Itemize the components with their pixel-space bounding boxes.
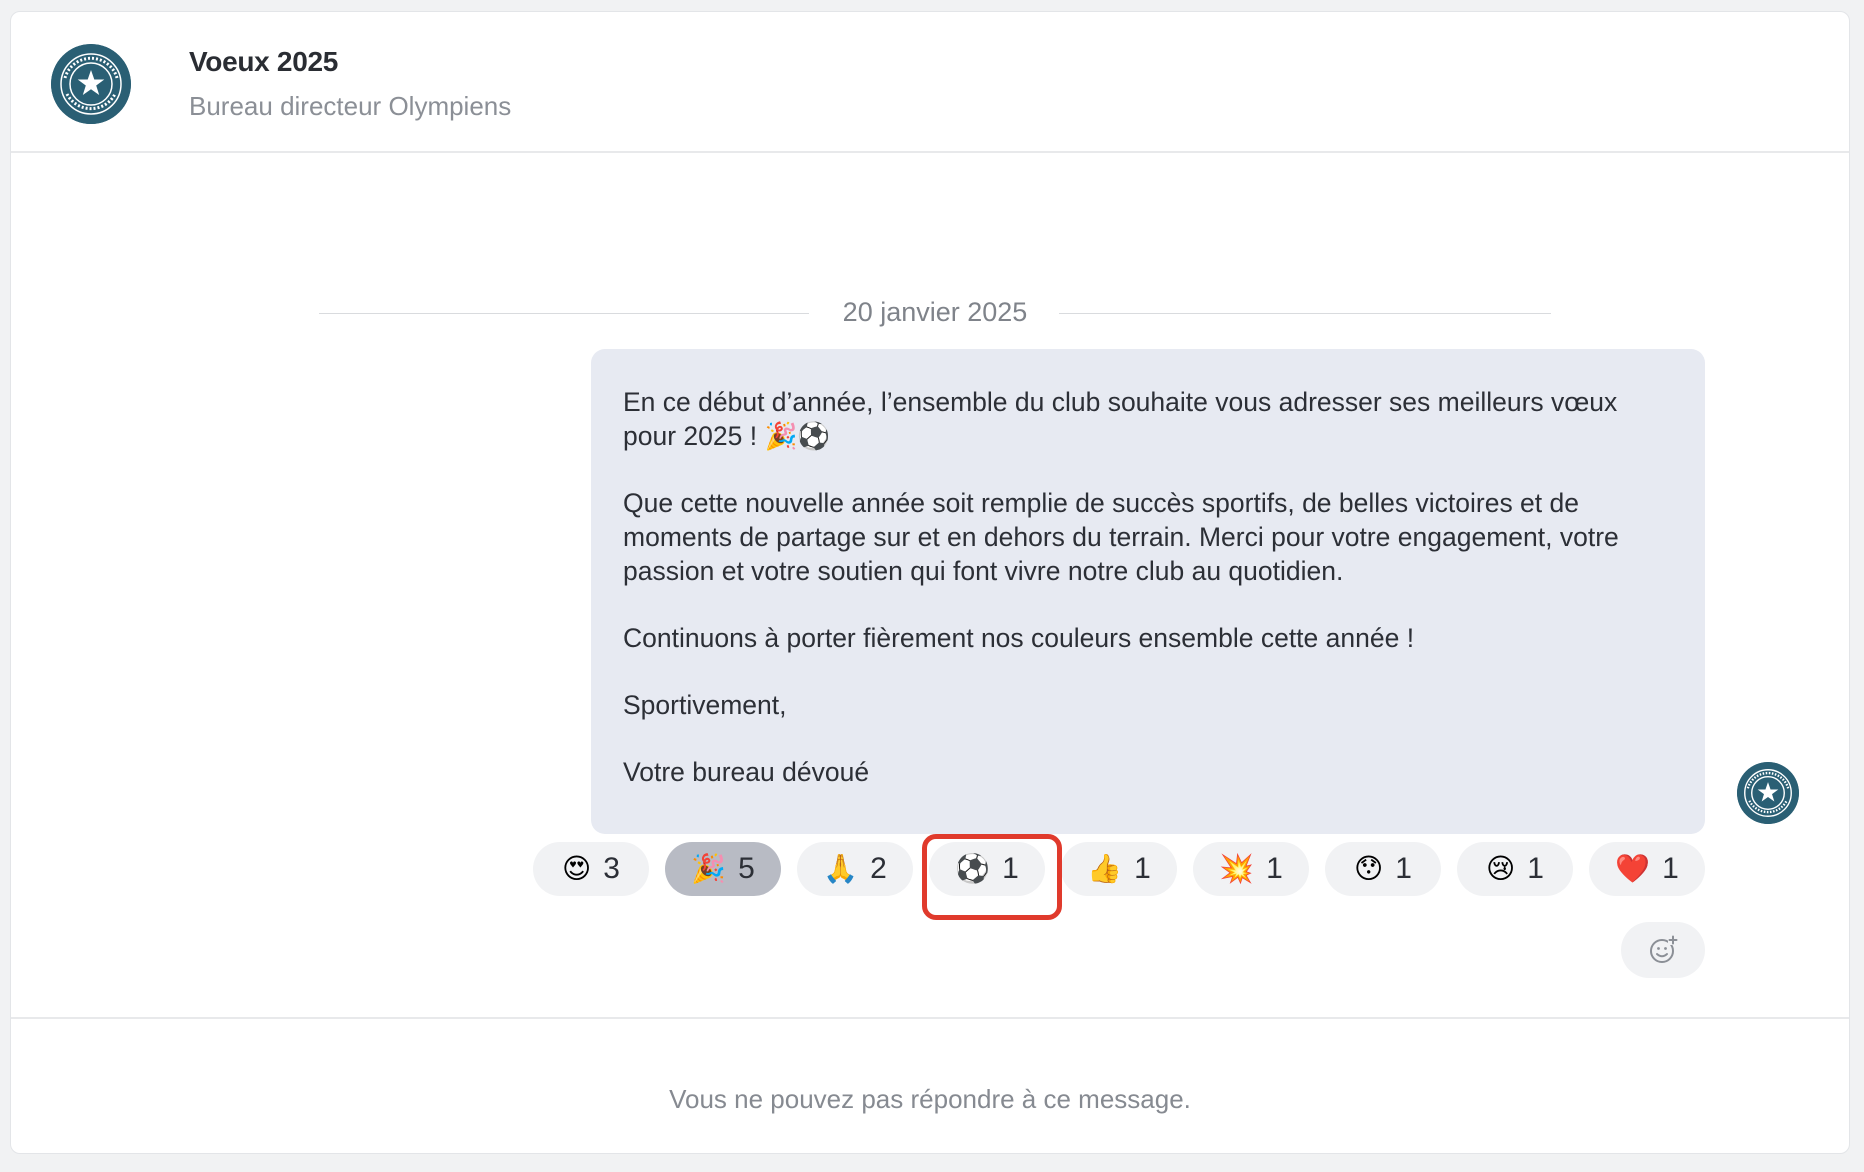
reaction-soccer-ball[interactable]: ⚽ 1 [929,842,1045,896]
reaction-count: 2 [870,852,887,885]
reaction-party[interactable]: 🎉 5 [665,842,781,896]
message-paragraph: En ce début d’année, l’ensemble du club … [623,387,1618,451]
reaction-count: 1 [1002,852,1019,885]
date-separator: 20 janvier 2025 [319,295,1551,331]
party-popper-emoji-icon: 🎉 [691,852,727,885]
reaction-heart[interactable]: ❤️ 1 [1589,842,1705,896]
reaction-count: 1 [1662,852,1679,885]
conversation-subtitle: Bureau directeur Olympiens [189,91,512,121]
message-paragraph: Continuons à porter fièrement nos couleu… [623,623,1415,653]
reaction-pray[interactable]: 🙏 2 [797,842,913,896]
red-heart-emoji-icon: ❤️ [1615,852,1651,885]
hushed-face-emoji-icon: 😯 [1354,852,1384,885]
reaction-count: 5 [738,852,755,885]
reaction-count: 1 [1266,852,1283,885]
conversation-card: Voeux 2025 Bureau directeur Olympiens 20… [10,11,1850,1154]
reply-disabled-note: Vous ne pouvez pas répondre à ce message… [669,1084,1191,1114]
sender-avatar [1737,762,1799,824]
heart-eyes-emoji-icon: 😍 [562,852,592,885]
reaction-count: 3 [603,852,620,885]
add-emoji-icon [1650,935,1678,963]
add-reaction-button[interactable] [1621,922,1705,978]
reaction-thumbs-up[interactable]: 👍 1 [1061,842,1177,896]
divider-right [1059,313,1551,314]
conversation-title: Voeux 2025 [189,46,339,77]
reaction-count: 1 [1134,852,1151,885]
conversation-header: Voeux 2025 Bureau directeur Olympiens [11,12,1849,153]
message-paragraph: Sportivement, [623,690,787,720]
folded-hands-emoji-icon: 🙏 [823,852,859,885]
message-paragraph: Votre bureau dévoué [623,757,870,787]
reply-footer: Vous ne pouvez pas répondre à ce message… [11,1017,1849,1153]
reaction-collision[interactable]: 💥 1 [1193,842,1309,896]
club-logo [51,44,131,124]
reaction-count: 1 [1395,852,1412,885]
crying-face-emoji-icon: 😢 [1486,852,1516,885]
message-paragraph: Que cette nouvelle année soit remplie de… [623,488,1619,586]
reaction-hushed[interactable]: 😯 1 [1325,842,1441,896]
message-bubble: En ce début d’année, l’ensemble du club … [591,349,1705,834]
soccer-ball-emoji-icon: ⚽ [955,852,991,885]
reaction-heart-eyes[interactable]: 😍 3 [533,842,649,896]
thumbs-up-emoji-icon: 👍 [1087,852,1123,885]
reaction-crying[interactable]: 😢 1 [1457,842,1573,896]
collision-emoji-icon: 💥 [1219,852,1255,885]
reaction-count: 1 [1527,852,1544,885]
